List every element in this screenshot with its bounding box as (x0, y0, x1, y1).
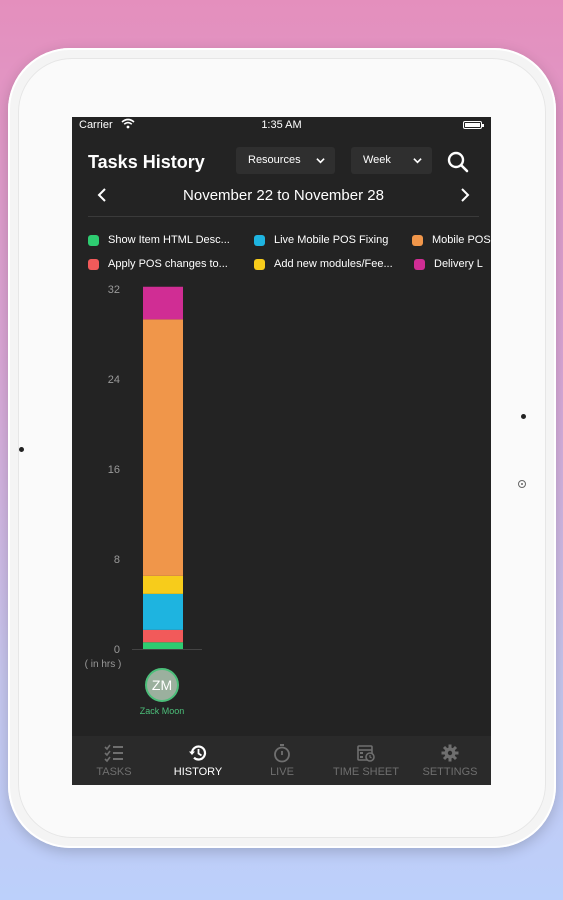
stacked-bar-chart: 0 8 16 24 32 ( in hrs ) (85, 284, 202, 670)
front-camera (19, 447, 24, 452)
timesheet-icon (357, 745, 375, 762)
chart-legend: Show Item HTML Desc... Live Mobile POS F… (88, 234, 491, 278)
bar-segment[interactable] (143, 593, 183, 630)
y-axis-label: ( in hrs ) (85, 659, 122, 670)
bar-segment[interactable] (143, 575, 183, 594)
gear-icon (441, 744, 459, 762)
resource-name: Zack Moon (139, 706, 185, 716)
y-tick-label: 0 (114, 644, 120, 656)
tab-label: TIME SHEET (332, 766, 399, 778)
page-title: Tasks History (88, 152, 205, 172)
date-range-label: November 22 to November 28 (183, 187, 384, 204)
hours-chart: 0 8 16 24 32 ( in hrs ) (72, 277, 491, 697)
tab-settings[interactable]: SETTINGS (408, 736, 491, 785)
legend-label: Delivery L (434, 258, 483, 270)
status-bar: Carrier 1:35 AM (72, 117, 491, 133)
tab-time-sheet[interactable]: TIME SHEET (324, 736, 408, 785)
legend-label: Show Item HTML Desc... (108, 234, 230, 246)
legend-swatch (254, 259, 265, 270)
resources-dropdown[interactable]: Resources (236, 147, 335, 174)
tab-live[interactable]: LIVE (240, 736, 324, 785)
resources-dropdown-label: Resources (248, 154, 301, 166)
legend-label: Add new modules/Fee... (274, 258, 393, 270)
legend-swatch (88, 235, 99, 246)
tab-label: SETTINGS (422, 766, 478, 778)
tab-tasks[interactable]: TASKS (72, 736, 156, 785)
bar-segment[interactable] (143, 629, 183, 643)
tab-label: TASKS (96, 766, 132, 778)
stopwatch-icon (274, 744, 290, 763)
tab-label: LIVE (270, 766, 294, 778)
legend-swatch (88, 259, 99, 270)
legend-label: Live Mobile POS Fixing (274, 234, 389, 246)
y-tick-label: 24 (108, 374, 120, 386)
bar-segment[interactable] (143, 286, 183, 320)
legend-swatch (254, 235, 265, 246)
status-time: 1:35 AM (261, 119, 302, 131)
legend-label: Mobile POS (432, 234, 491, 246)
chevron-down-icon (316, 158, 325, 164)
tasks-list-icon (104, 744, 123, 763)
period-dropdown-label: Week (363, 154, 391, 166)
y-tick-label: 16 (108, 464, 120, 476)
y-tick-label: 32 (108, 284, 120, 296)
app-screen: Carrier 1:35 AM Tasks History Resources … (72, 117, 491, 785)
avatar[interactable]: ZM (145, 668, 179, 702)
bar-segment[interactable] (143, 642, 183, 649)
tab-label: HISTORY (173, 766, 223, 778)
date-navigator: November 22 to November 28 (88, 185, 479, 207)
chevron-down-icon (413, 158, 422, 164)
chevron-right-icon[interactable] (459, 188, 471, 202)
bar-segment[interactable] (143, 319, 183, 576)
battery-icon (463, 121, 484, 129)
history-icon (189, 745, 207, 761)
header-divider (88, 216, 479, 217)
y-tick-label: 8 (114, 554, 120, 566)
home-sensor (518, 480, 526, 488)
tab-history[interactable]: HISTORY (156, 736, 240, 785)
search-icon[interactable] (446, 150, 470, 174)
legend-label: Apply POS changes to... (108, 258, 228, 270)
legend-swatch (412, 235, 423, 246)
side-sensor (521, 414, 526, 419)
bottom-tab-bar: TASKS HISTORY LIVE TIME SHEET SETTINGS (72, 736, 491, 785)
period-dropdown[interactable]: Week (351, 147, 432, 174)
legend-swatch (414, 259, 425, 270)
